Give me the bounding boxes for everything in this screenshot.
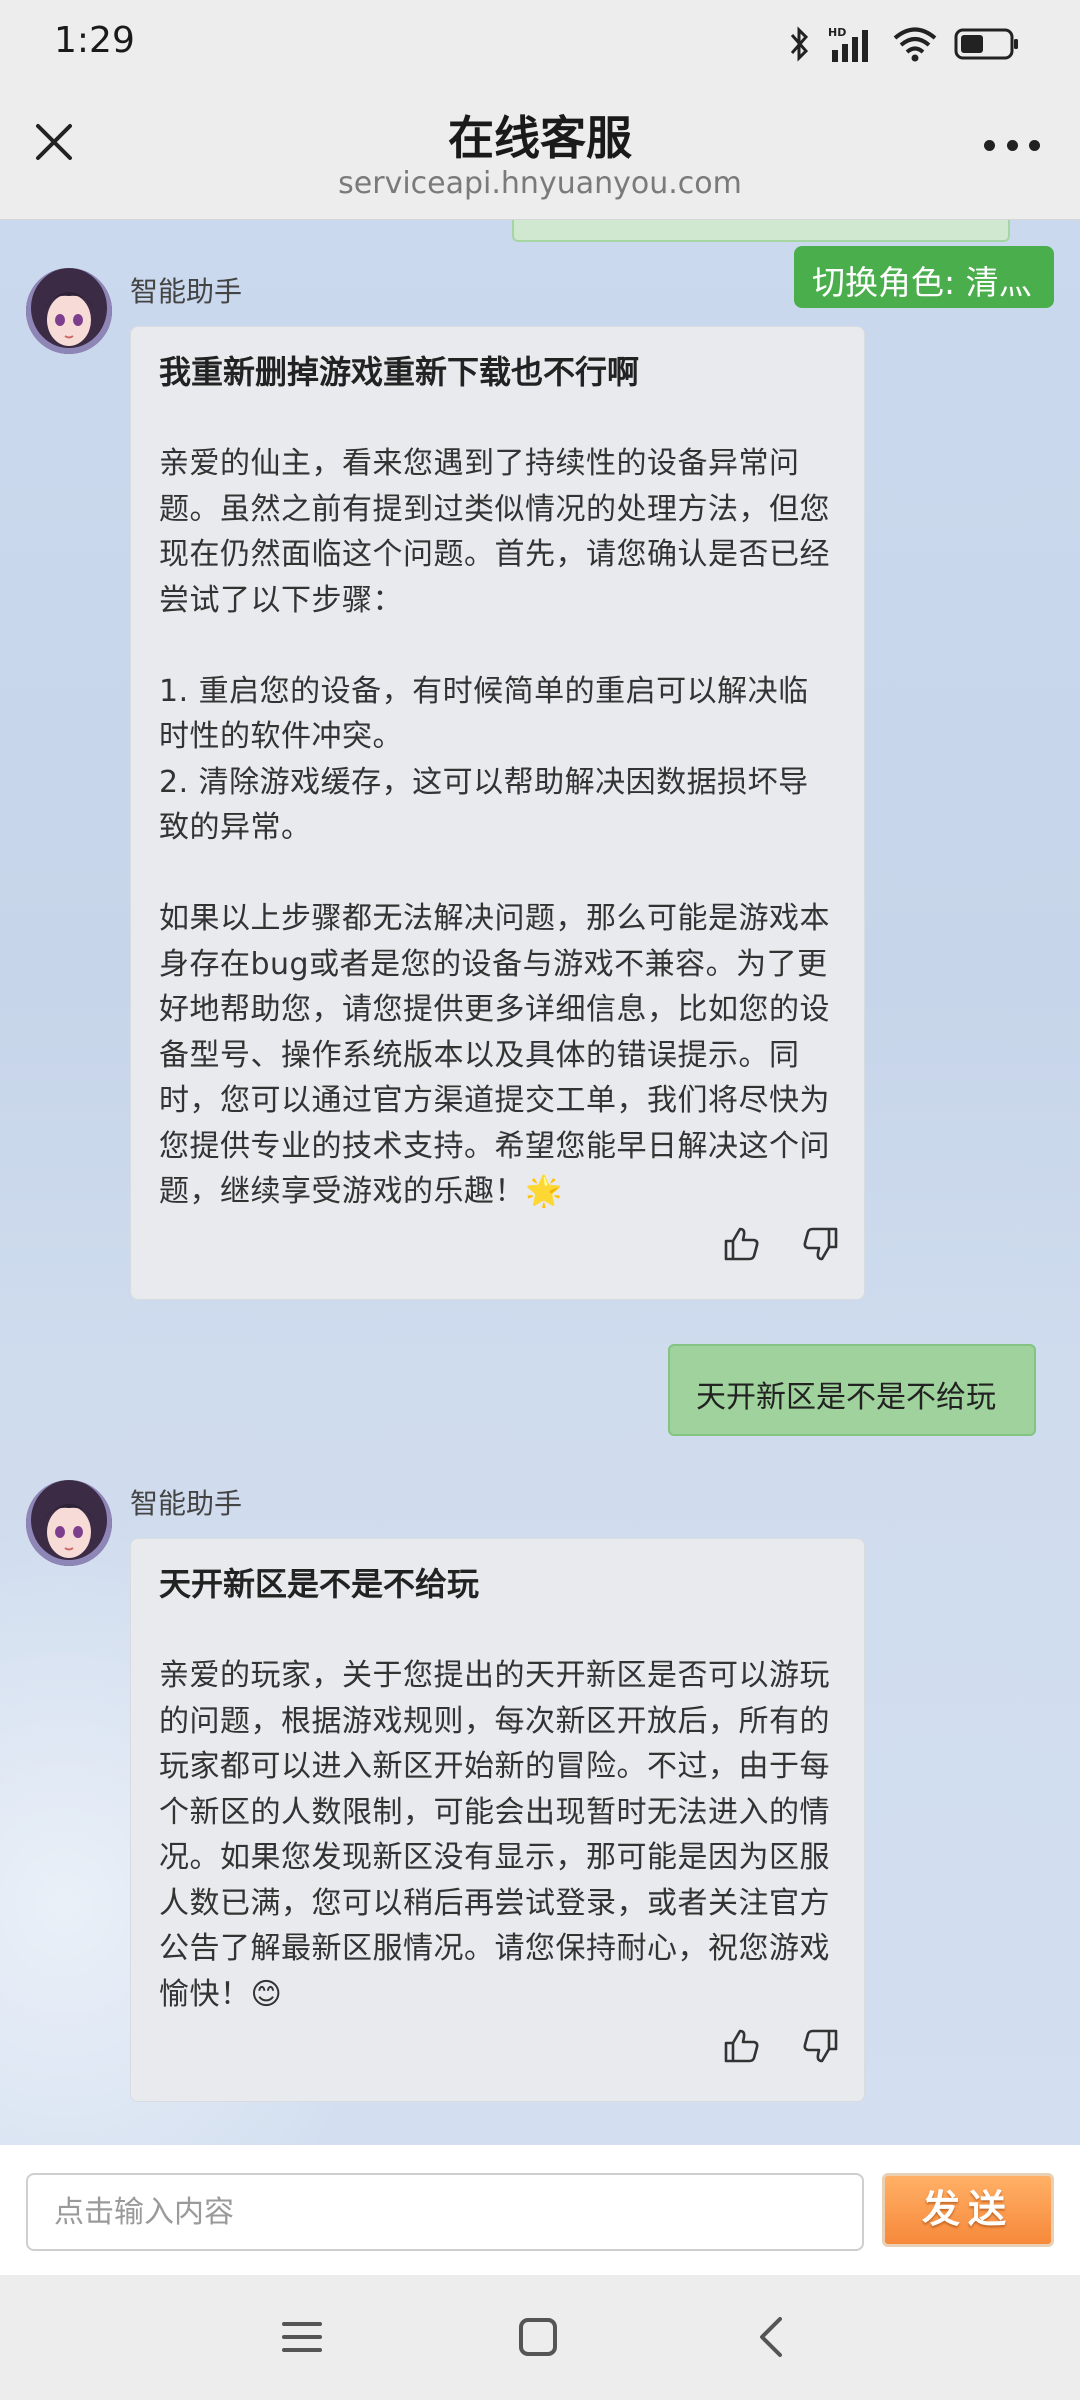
- assistant-message-bubble: 我重新删掉游戏重新下载也不行啊 亲爱的仙主，看来您遇到了持续性的设备异常问题。虽…: [130, 326, 865, 1300]
- wifi-icon: [893, 27, 937, 62]
- like-button[interactable]: [722, 2027, 760, 2065]
- message-input[interactable]: [26, 2173, 864, 2251]
- back-icon: [760, 2317, 782, 2357]
- assistant-avatar-icon: [26, 268, 112, 354]
- thumbs-up-icon: [724, 2029, 759, 2063]
- sender-name: 智能助手: [130, 1487, 243, 1520]
- avatar: [26, 268, 112, 354]
- nav-back-button[interactable]: [750, 2315, 794, 2359]
- dislike-button[interactable]: [802, 2027, 840, 2065]
- more-button[interactable]: [984, 138, 1040, 152]
- thumbs-down-icon: [803, 1227, 838, 1261]
- page-url: serviceapi.hnyuanyou.com: [338, 166, 742, 201]
- status-icons: HD: [788, 22, 1020, 66]
- bluetooth-icon: [790, 26, 809, 62]
- system-nav-bar: [0, 2275, 1080, 2400]
- previous-message-bubble: [512, 220, 1010, 242]
- dislike-button[interactable]: [802, 1225, 840, 1263]
- switch-role-button[interactable]: 切换角色: 清灬: [794, 246, 1054, 308]
- menu-icon: [282, 2322, 322, 2352]
- thumbs-up-icon: [724, 1227, 759, 1261]
- feedback-actions: [722, 2027, 840, 2065]
- signal-icon: HD: [828, 26, 868, 62]
- nav-home-button[interactable]: [516, 2315, 560, 2359]
- nav-menu-button[interactable]: [280, 2315, 324, 2359]
- thumbs-down-icon: [803, 2029, 838, 2063]
- sender-name: 智能助手: [130, 275, 243, 308]
- assistant-message-bubble: 天开新区是不是不给玩 亲爱的玩家，关于您提出的天开新区是否可以游玩的问题，根据游…: [130, 1538, 865, 2102]
- header: 在线客服 serviceapi.hnyuanyou.com: [0, 88, 1080, 220]
- message-title: 天开新区是不是不给玩: [159, 1565, 480, 1603]
- home-icon: [519, 2318, 557, 2356]
- status-time: 1:29: [54, 20, 135, 61]
- assistant-avatar-icon: [26, 1480, 112, 1566]
- like-button[interactable]: [722, 1225, 760, 1263]
- page-title: 在线客服: [448, 111, 632, 165]
- send-button[interactable]: 发送: [882, 2173, 1054, 2247]
- status-bar: 1:29 HD: [0, 0, 1080, 88]
- battery-icon: [954, 28, 1018, 60]
- avatar: [26, 1480, 112, 1566]
- chat-area[interactable]: 切换角色: 清灬 智能助手 我重新删掉游戏重新下载也不行啊 亲爱的仙主，看来您遇…: [0, 220, 1080, 2145]
- message-body: 亲爱的玩家，关于您提出的天开新区是否可以游玩的问题，根据游戏规则，每次新区开放后…: [159, 1658, 830, 2012]
- message-title: 我重新删掉游戏重新下载也不行啊: [159, 353, 640, 391]
- feedback-actions: [722, 1225, 840, 1263]
- user-message-bubble: 天开新区是不是不给玩: [668, 1344, 1036, 1436]
- input-bar: 发送: [0, 2145, 1080, 2275]
- svg-text:HD: HD: [828, 26, 846, 39]
- message-body: 亲爱的仙主，看来您遇到了持续性的设备异常问题。虽然之前有提到过类似情况的处理方法…: [159, 446, 830, 1209]
- more-icon: [984, 139, 995, 151]
